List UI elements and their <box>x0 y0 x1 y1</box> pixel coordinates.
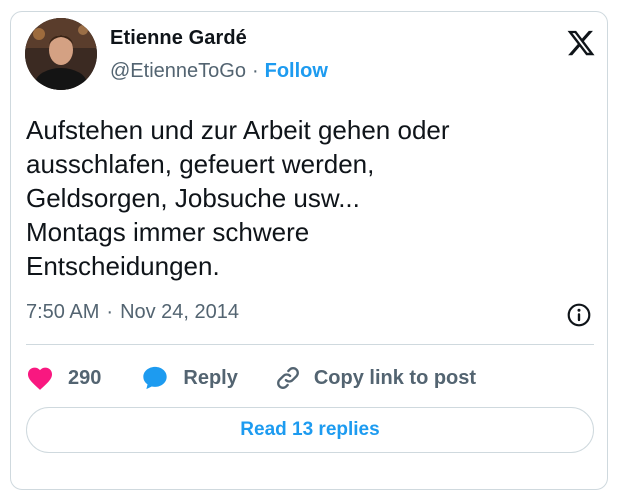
action-bar: 290 Reply Copy link to post <box>26 363 476 393</box>
tweet-time[interactable]: 7:50 AM <box>26 301 99 324</box>
tweet-date[interactable]: Nov 24, 2014 <box>120 301 239 324</box>
info-icon[interactable] <box>566 302 592 328</box>
like-button[interactable]: 290 <box>26 365 101 391</box>
author-handle-row: @EtienneToGo · Follow <box>110 60 328 83</box>
copy-link-label: Copy link to post <box>313 366 477 389</box>
meta-separator: · <box>106 301 114 323</box>
follow-button[interactable]: Follow <box>265 60 328 83</box>
avatar-photo <box>25 18 97 90</box>
read-replies-button[interactable]: Read 13 replies <box>26 407 594 453</box>
link-icon <box>276 367 299 389</box>
tweet-timestamp[interactable]: 7:50 AM · Nov 24, 2014 <box>26 301 239 324</box>
x-logo-icon[interactable] <box>566 28 596 58</box>
separator-dot: · <box>251 60 259 82</box>
reply-button[interactable]: Reply <box>141 364 238 392</box>
author-handle[interactable]: @EtienneToGo <box>110 60 246 83</box>
like-count: 290 <box>68 366 102 389</box>
author-name[interactable]: Etienne Gardé <box>110 27 247 50</box>
avatar[interactable] <box>25 18 97 90</box>
copy-link-button[interactable]: Copy link to post <box>274 364 476 392</box>
reply-label: Reply <box>183 366 238 389</box>
speech-bubble-icon <box>143 366 168 390</box>
tweet-text: Aufstehen und zur Arbeit gehen oder auss… <box>26 115 450 281</box>
divider <box>26 344 594 345</box>
heart-icon <box>27 367 53 390</box>
